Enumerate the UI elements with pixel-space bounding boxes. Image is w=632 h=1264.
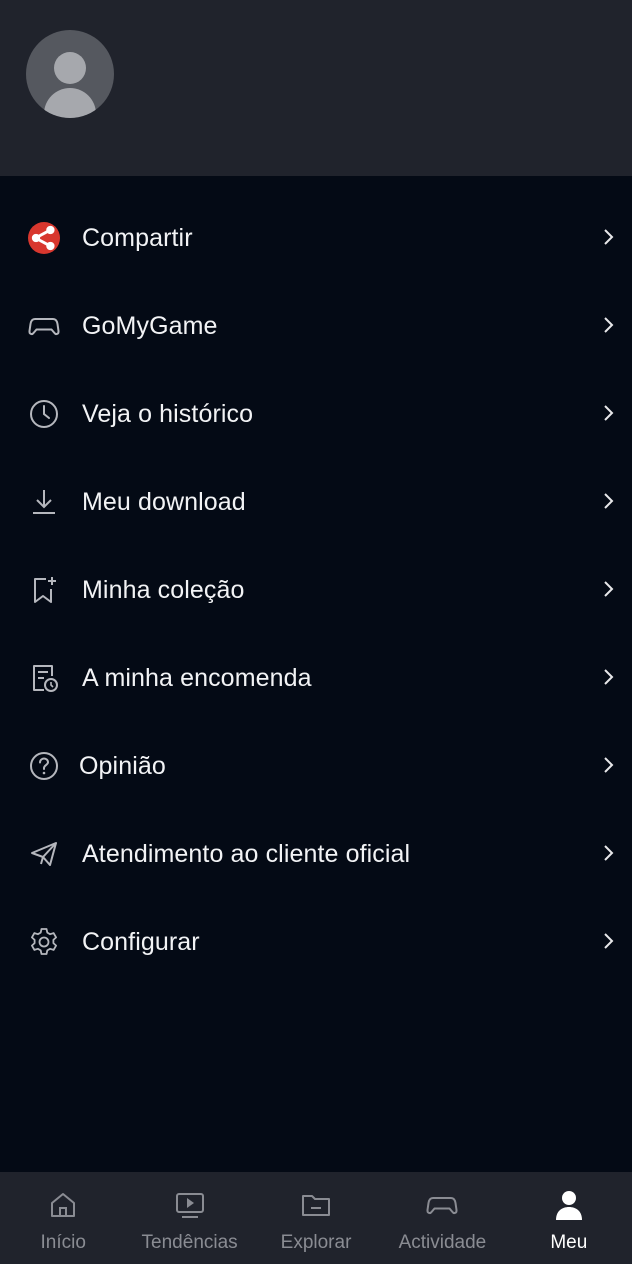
avatar-head: [54, 52, 86, 84]
clock-icon: [26, 396, 62, 432]
menu-item-feedback[interactable]: Opinião: [0, 722, 632, 810]
chevron-right-icon: [604, 669, 614, 685]
home-icon: [51, 1193, 76, 1217]
menu-item-label: Compartir: [82, 224, 193, 252]
tab-actividade[interactable]: Actividade: [379, 1172, 505, 1264]
gamepad-icon: [426, 1197, 458, 1215]
menu-item-label: GoMyGame: [82, 312, 218, 340]
gamepad-icon: [26, 308, 62, 344]
menu-list: Compartir GoMyGame Veja o histórico Meu …: [0, 194, 632, 986]
tab-explorar[interactable]: Explorar: [253, 1172, 379, 1264]
send-icon: [26, 836, 62, 872]
chevron-right-icon: [604, 581, 614, 597]
menu-item-download[interactable]: Meu download: [0, 458, 632, 546]
bookmark-add-icon: [26, 572, 62, 608]
menu-item-customer-service[interactable]: Atendimento ao cliente oficial: [0, 810, 632, 898]
chevron-right-icon: [604, 493, 614, 509]
menu-item-orders[interactable]: A minha encomenda: [0, 634, 632, 722]
profile-header: [0, 0, 632, 176]
tab-label: Tendências: [141, 1232, 238, 1253]
menu-item-label: Veja o histórico: [82, 400, 254, 428]
tab-label: Explorar: [280, 1232, 352, 1253]
tab-label: Meu: [550, 1232, 588, 1253]
avatar[interactable]: [26, 30, 114, 118]
chevron-right-icon: [604, 405, 614, 421]
menu-item-label: Opinião: [79, 752, 166, 780]
tab-label: Actividade: [398, 1232, 487, 1253]
tab-label: Início: [40, 1232, 86, 1253]
menu-item-gomygame[interactable]: GoMyGame: [0, 282, 632, 370]
gear-icon: [26, 924, 62, 960]
bottom-tab-bar: Início Tendências Explorar Actividade Me…: [0, 1172, 632, 1264]
download-icon: [26, 484, 62, 520]
order-icon: [26, 660, 62, 696]
menu-item-collection[interactable]: Minha coleção: [0, 546, 632, 634]
folder-icon: [302, 1195, 331, 1216]
chevron-right-icon: [604, 229, 614, 245]
chevron-right-icon: [604, 317, 614, 333]
menu-item-compartir[interactable]: Compartir: [0, 194, 632, 282]
chevron-right-icon: [604, 933, 614, 949]
chevron-right-icon: [604, 757, 614, 773]
menu-item-label: Meu download: [82, 488, 246, 516]
menu-item-label: A minha encomenda: [82, 664, 312, 692]
menu-item-label: Configurar: [82, 928, 200, 956]
tab-tendencias[interactable]: Tendências: [126, 1172, 252, 1264]
share-icon: [26, 220, 62, 256]
help-circle-icon: [26, 748, 62, 784]
menu-item-history[interactable]: Veja o histórico: [0, 370, 632, 458]
tab-inicio[interactable]: Início: [0, 1172, 126, 1264]
menu-item-label: Atendimento ao cliente oficial: [82, 840, 411, 868]
menu-item-settings[interactable]: Configurar: [0, 898, 632, 986]
avatar-body: [44, 88, 96, 118]
menu-item-label: Minha coleção: [82, 576, 245, 604]
person-icon: [555, 1191, 582, 1220]
tab-meu[interactable]: Meu: [506, 1172, 632, 1264]
play-screen-icon: [175, 1193, 204, 1218]
chevron-right-icon: [604, 845, 614, 861]
